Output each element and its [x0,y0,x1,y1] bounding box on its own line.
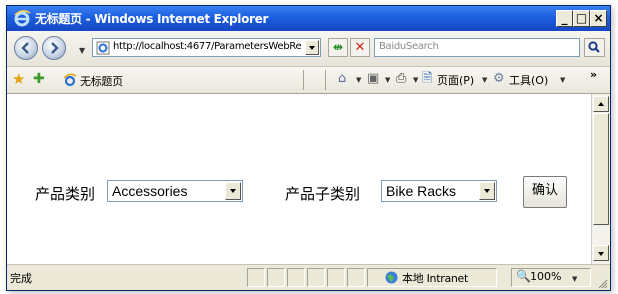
intranet-globe-icon [385,271,398,284]
favorites-star-icon[interactable]: ★ [12,71,25,87]
resize-grip-icon[interactable] [598,279,608,289]
scroll-down-button[interactable] [593,245,609,261]
separator [325,70,326,90]
tab-title[interactable]: 无标题页 [80,73,123,89]
scroll-up-button[interactable] [593,96,609,112]
window-title: 无标题页 - Windows Internet Explorer [35,12,269,26]
category-select-value: Accessories [112,183,188,199]
page-ie-icon [96,41,110,55]
tab-ie-icon [63,73,77,87]
close-button[interactable]: × [590,10,607,27]
chevron-down-icon [484,189,490,193]
subcategory-dropdown-button[interactable] [479,182,495,200]
command-bar: ★ ✚ 无标题页 ⌂ ▼ ▣ ▼ ⎙ ▼ 🗎 页面(P) ▼ ⚙ 工具(O) ▼… [7,67,610,94]
subcategory-select-value: Bike Racks [386,183,457,199]
category-label: 产品类别 [35,185,96,203]
maximize-button[interactable]: □ [573,10,590,27]
search-button[interactable] [584,38,605,57]
address-toolbar: ▼ http://localhost:4677/ParametersWebRe … [7,31,610,67]
page-menu[interactable]: 页面(P) [437,72,474,88]
search-input[interactable]: BaiduSearch [374,38,580,57]
address-bar[interactable]: http://localhost:4677/ParametersWebRe [92,38,321,57]
status-pane [347,268,365,287]
toolbar-overflow-icon[interactable]: » [590,68,597,81]
category-dropdown-button[interactable] [225,182,241,200]
scroll-thumb[interactable] [593,113,609,225]
address-url[interactable]: http://localhost:4677/ParametersWebRe [113,41,302,52]
status-text: 完成 [10,272,32,285]
status-pane [307,268,325,287]
print-icon[interactable]: ⎙ [396,71,406,86]
chevron-down-icon [598,252,604,256]
chevron-down-icon[interactable]: ▼ [560,76,565,84]
status-pane [327,268,345,287]
history-dropdown-icon[interactable]: ▼ [79,46,85,55]
chevron-down-icon [230,189,236,193]
minimize-button[interactable]: _ [556,10,573,27]
feeds-icon[interactable]: ▣ [367,71,379,86]
home-icon[interactable]: ⌂ [338,71,346,86]
browser-window: 无标题页 - Windows Internet Explorer _ □ × ▼… [6,5,611,291]
chevron-down-icon [309,46,315,50]
category-select[interactable]: Accessories [107,180,243,202]
add-favorite-icon[interactable]: ✚ [33,71,45,87]
search-icon [588,41,600,53]
tools-menu[interactable]: 工具(O) [509,72,548,88]
status-pane [247,268,265,287]
internet-explorer-icon [14,10,31,27]
page-icon: 🗎 [422,71,433,86]
title-bar[interactable]: 无标题页 - Windows Internet Explorer _ □ × [7,6,610,31]
status-pane [287,268,305,287]
chevron-down-icon[interactable]: ▼ [356,76,361,84]
chevron-down-icon[interactable]: ▼ [385,76,390,84]
forward-button[interactable] [42,36,66,60]
subcategory-label: 产品子类别 [285,185,361,203]
chevron-down-icon[interactable]: ▼ [572,275,577,283]
chevron-down-icon[interactable]: ▼ [413,76,418,84]
page-content [7,94,591,264]
vertical-scrollbar[interactable] [591,94,610,264]
status-bar: 完成 本地 Intranet 🔍 100% ▼ [7,264,610,290]
chevron-down-icon[interactable]: ▼ [482,76,487,84]
security-zone: 本地 Intranet [402,272,469,285]
confirm-button[interactable]: 确认 [523,176,567,208]
back-button[interactable] [14,36,38,60]
separator [303,70,304,90]
address-dropdown-button[interactable] [305,40,319,55]
zoom-magnifier-icon: 🔍 [516,269,531,283]
back-arrow-icon [21,42,29,54]
tools-gear-icon: ⚙ [493,71,505,86]
zoom-level[interactable]: 100% [530,270,561,283]
stop-button[interactable]: ✕ [350,38,370,57]
chevron-up-icon [598,102,604,106]
refresh-button[interactable]: ↮ [328,38,348,57]
forward-arrow-icon [51,42,59,54]
status-pane [267,268,285,287]
subcategory-select[interactable]: Bike Racks [381,180,497,202]
